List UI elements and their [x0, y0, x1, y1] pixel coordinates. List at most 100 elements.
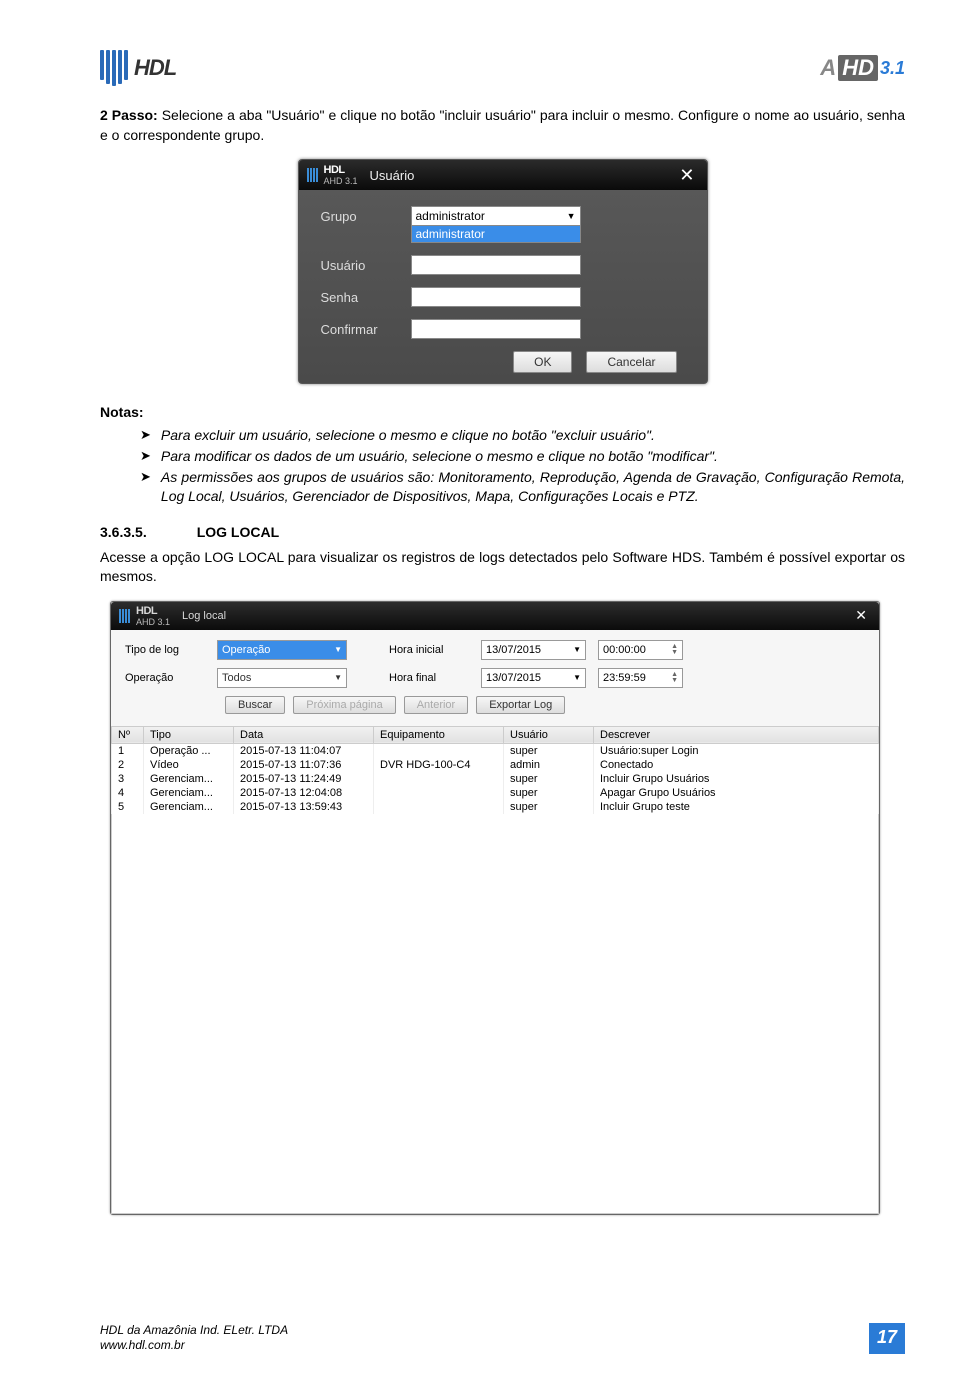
section-title: LOG LOCAL: [197, 524, 279, 540]
mini-stripes-icon: [307, 168, 318, 182]
table-cell: 2015-07-13 11:07:36: [234, 758, 374, 772]
input-date-inicial[interactable]: 13/07/2015 ▼: [481, 640, 586, 660]
anterior-button[interactable]: Anterior: [404, 696, 469, 714]
col-data[interactable]: Data: [234, 726, 374, 743]
logo-stripes-icon: [100, 50, 128, 86]
select-grupo-value: administrator: [416, 209, 485, 223]
col-equip[interactable]: Equipamento: [374, 726, 504, 743]
table-cell: Gerenciam...: [144, 772, 234, 786]
logo-ahd-hd: HD: [838, 55, 878, 81]
table-cell: 2015-07-13 11:24:49: [234, 772, 374, 786]
chevron-down-icon: ▼: [573, 645, 581, 654]
table-cell: [374, 743, 504, 758]
table-cell: 5: [112, 800, 144, 814]
page-footer: HDL da Amazônia Ind. ELetr. LTDA www.hdl…: [100, 1323, 905, 1354]
label-confirmar: Confirmar: [321, 319, 411, 337]
col-n[interactable]: Nº: [112, 726, 144, 743]
col-descrever[interactable]: Descrever: [594, 726, 879, 743]
notas-item: ➤ As permissões aos grupos de usuários s…: [140, 468, 905, 506]
table-cell: [374, 786, 504, 800]
log-titlebar: HDL AHD 3.1 Log local ✕: [111, 602, 879, 630]
label-senha: Senha: [321, 287, 411, 305]
label-grupo: Grupo: [321, 206, 411, 224]
select-grupo-option[interactable]: administrator: [412, 226, 580, 242]
input-confirmar[interactable]: [411, 319, 581, 339]
table-row[interactable]: 1Operação ...2015-07-13 11:04:07 superUsu…: [112, 743, 879, 758]
input-time-final[interactable]: 23:59:59 ▲▼: [598, 668, 683, 688]
close-icon[interactable]: ✕: [675, 165, 698, 186]
table-cell: 2015-07-13 11:04:07: [234, 743, 374, 758]
log-brand: HDL: [136, 605, 170, 617]
log-empty-area: [111, 814, 879, 1214]
bullet-icon: ➤: [140, 426, 151, 445]
time-final-value: 23:59:59: [603, 672, 646, 684]
table-cell: super: [504, 743, 594, 758]
table-cell: 3: [112, 772, 144, 786]
table-cell: [374, 800, 504, 814]
notas-text: Para excluir um usuário, selecione o mes…: [161, 426, 655, 445]
col-tipo[interactable]: Tipo: [144, 726, 234, 743]
select-grupo[interactable]: administrator ▼: [411, 206, 581, 226]
logo-ahd: A HD 3.1: [820, 55, 905, 81]
section-number: 3.6.3.5.: [100, 524, 147, 540]
buscar-button[interactable]: Buscar: [225, 696, 285, 714]
logo-ahd-a: A: [820, 55, 836, 81]
table-cell: 2015-07-13 12:04:08: [234, 786, 374, 800]
table-cell: super: [504, 786, 594, 800]
input-date-final[interactable]: 13/07/2015 ▼: [481, 668, 586, 688]
time-inicial-value: 00:00:00: [603, 644, 646, 656]
intro-text: Selecione a aba "Usuário" e clique no bo…: [100, 107, 905, 143]
select-operacao[interactable]: Todos ▼: [217, 668, 347, 688]
table-row[interactable]: 3Gerenciam...2015-07-13 11:24:49superInc…: [112, 772, 879, 786]
table-cell: Operação ...: [144, 743, 234, 758]
spinner-icon[interactable]: ▲▼: [671, 644, 678, 656]
select-tipo-value: Operação: [222, 644, 270, 656]
table-cell: Incluir Grupo teste: [594, 800, 879, 814]
notas-item: ➤ Para excluir um usuário, selecione o m…: [140, 426, 905, 445]
table-cell: Usuário:super Login: [594, 743, 879, 758]
date-final-value: 13/07/2015: [486, 672, 541, 684]
ok-button[interactable]: OK: [513, 351, 572, 373]
dialog-title: Usuário: [370, 168, 415, 183]
notas-text: As permissões aos grupos de usuários são…: [161, 468, 905, 506]
input-time-inicial[interactable]: 00:00:00 ▲▼: [598, 640, 683, 660]
table-cell: Vídeo: [144, 758, 234, 772]
table-row[interactable]: 5Gerenciam...2015-07-13 13:59:43superInc…: [112, 800, 879, 814]
table-row[interactable]: 2Vídeo2015-07-13 11:07:36DVR HDG-100-C4a…: [112, 758, 879, 772]
table-cell: Conectado: [594, 758, 879, 772]
table-cell: DVR HDG-100-C4: [374, 758, 504, 772]
table-cell: Gerenciam...: [144, 800, 234, 814]
table-cell: 2015-07-13 13:59:43: [234, 800, 374, 814]
dialog-titlebar: HDL AHD 3.1 Usuário ✕: [299, 160, 707, 190]
label-tipo-log: Tipo de log: [125, 644, 205, 656]
notas-header: Notas:: [100, 404, 905, 420]
table-row[interactable]: 4Gerenciam...2015-07-13 12:04:08superApa…: [112, 786, 879, 800]
table-cell: admin: [504, 758, 594, 772]
section-heading: 3.6.3.5. LOG LOCAL: [100, 524, 905, 540]
col-usuario[interactable]: Usuário: [504, 726, 594, 743]
input-usuario[interactable]: [411, 255, 581, 275]
table-cell: Gerenciam...: [144, 786, 234, 800]
date-inicial-value: 13/07/2015: [486, 644, 541, 656]
select-tipo-log[interactable]: Operação ▼: [217, 640, 347, 660]
dialog-usuario: HDL AHD 3.1 Usuário ✕ Grupo administrato…: [298, 159, 708, 384]
exportar-log-button[interactable]: Exportar Log: [476, 696, 565, 714]
select-grupo-dropdown: administrator: [411, 226, 581, 243]
page-header: HDL A HD 3.1: [100, 50, 905, 86]
chevron-down-icon: ▼: [334, 673, 342, 682]
section-paragraph: Acesse a opção LOG LOCAL para visualizar…: [100, 548, 905, 587]
close-icon[interactable]: ✕: [851, 607, 871, 624]
table-cell: 1: [112, 743, 144, 758]
footer-line1: HDL da Amazônia Ind. ELetr. LTDA: [100, 1323, 288, 1339]
logo-ahd-version: 3.1: [880, 58, 905, 79]
bullet-icon: ➤: [140, 447, 151, 466]
dialog-brand: HDL: [324, 164, 358, 176]
cancel-button[interactable]: Cancelar: [586, 351, 676, 373]
notas-block: Notas: ➤ Para excluir um usuário, seleci…: [100, 404, 905, 506]
input-senha[interactable]: [411, 287, 581, 307]
chevron-down-icon: ▼: [334, 645, 342, 654]
logo-hdl: HDL: [100, 50, 176, 86]
spinner-icon[interactable]: ▲▼: [671, 672, 678, 684]
chevron-down-icon: ▼: [573, 673, 581, 682]
proxima-pagina-button[interactable]: Próxima página: [293, 696, 395, 714]
